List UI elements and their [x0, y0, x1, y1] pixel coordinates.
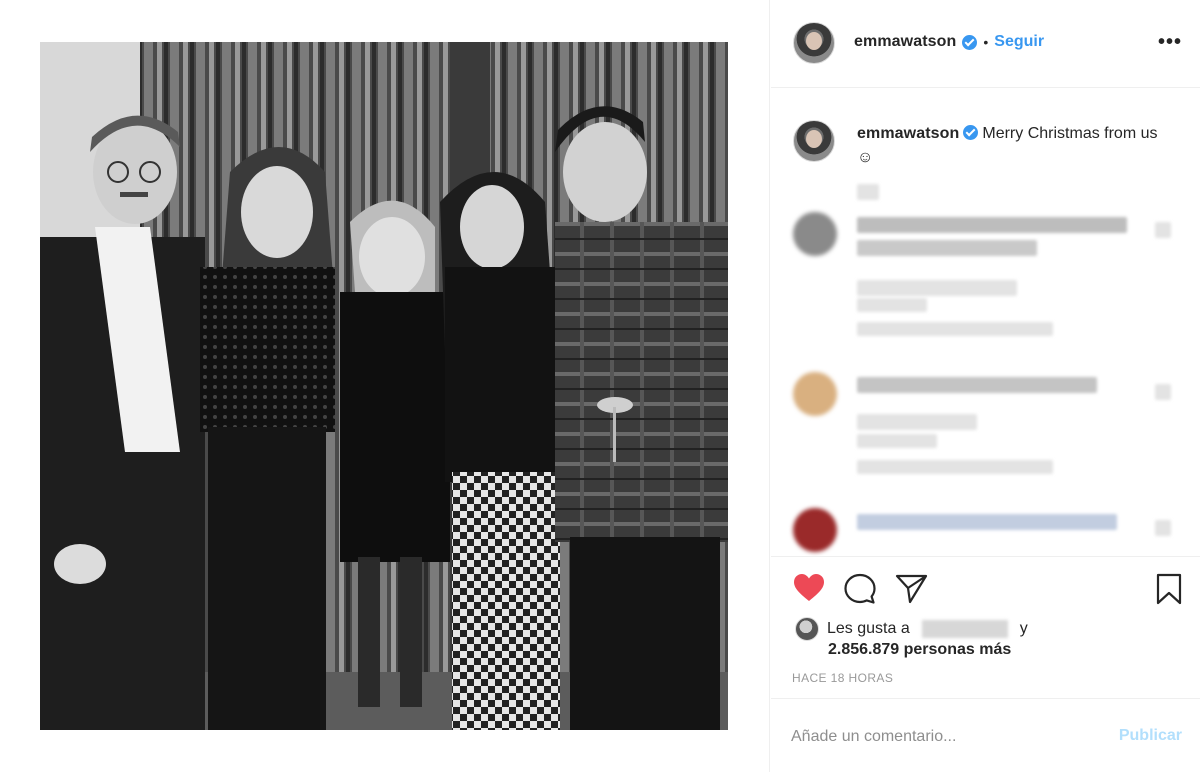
obscured-comment	[857, 217, 1127, 233]
comment-icon[interactable]	[843, 573, 877, 610]
likes-count[interactable]: 2.856.879 personas más	[828, 641, 1011, 659]
obscured-comment	[857, 514, 1117, 530]
obscured-like	[1155, 222, 1171, 238]
obscured-comment	[857, 240, 1037, 256]
comment-form: Publicar	[771, 698, 1200, 772]
obscured-comment	[857, 434, 937, 448]
bookmark-icon[interactable]	[1155, 573, 1183, 610]
comment-avatar[interactable]	[793, 212, 837, 256]
likes-prefix: Les gusta a	[827, 620, 910, 637]
caption-username[interactable]: emmawatson	[857, 125, 959, 142]
share-icon[interactable]	[895, 573, 929, 610]
photo-illustration	[40, 42, 728, 730]
comment-avatar[interactable]	[793, 372, 837, 416]
publish-button[interactable]: Publicar	[1119, 727, 1182, 745]
obscured-comment	[857, 280, 1017, 296]
post-header: emmawatson • Seguir •••	[771, 0, 1200, 88]
author-username[interactable]: emmawatson	[854, 33, 956, 51]
heart-icon[interactable]	[793, 573, 825, 608]
verified-badge-icon	[963, 125, 979, 140]
verified-badge-icon	[962, 34, 978, 50]
obscured-comment	[857, 298, 927, 312]
obscured-comment	[857, 414, 977, 430]
post-timestamp[interactable]: HACE 18 HORAS	[792, 671, 893, 685]
caption-text: emmawatson Merry Christmas from us ☺	[857, 122, 1177, 170]
obscured-text	[857, 184, 879, 200]
author-line: emmawatson • Seguir	[854, 33, 1044, 51]
likes-summary: Les gusta a y	[795, 617, 1028, 641]
obscured-meta	[857, 322, 1053, 336]
obscured-comment	[857, 377, 1097, 393]
obscured-like	[1155, 520, 1171, 536]
post-side-panel: emmawatson • Seguir ••• emmawatson Merry …	[771, 0, 1200, 772]
post-actions: Les gusta a y 2.856.879 personas más HACE…	[771, 556, 1200, 698]
post-photo[interactable]	[40, 42, 728, 730]
liker-avatar[interactable]	[795, 617, 819, 641]
likes-suffix: y	[1019, 620, 1028, 637]
follow-button[interactable]: Seguir	[994, 33, 1044, 51]
obscured-like	[1155, 384, 1171, 400]
comment-avatar[interactable]	[793, 508, 837, 552]
separator-dot: •	[983, 34, 989, 50]
obscured-liker-name	[921, 620, 1008, 638]
author-avatar[interactable]	[793, 22, 835, 64]
caption-avatar[interactable]	[793, 120, 835, 162]
comment-input[interactable]	[791, 723, 1091, 751]
media-pane	[0, 0, 770, 772]
more-options-icon[interactable]: •••	[1158, 32, 1182, 52]
obscured-meta	[857, 460, 1053, 474]
